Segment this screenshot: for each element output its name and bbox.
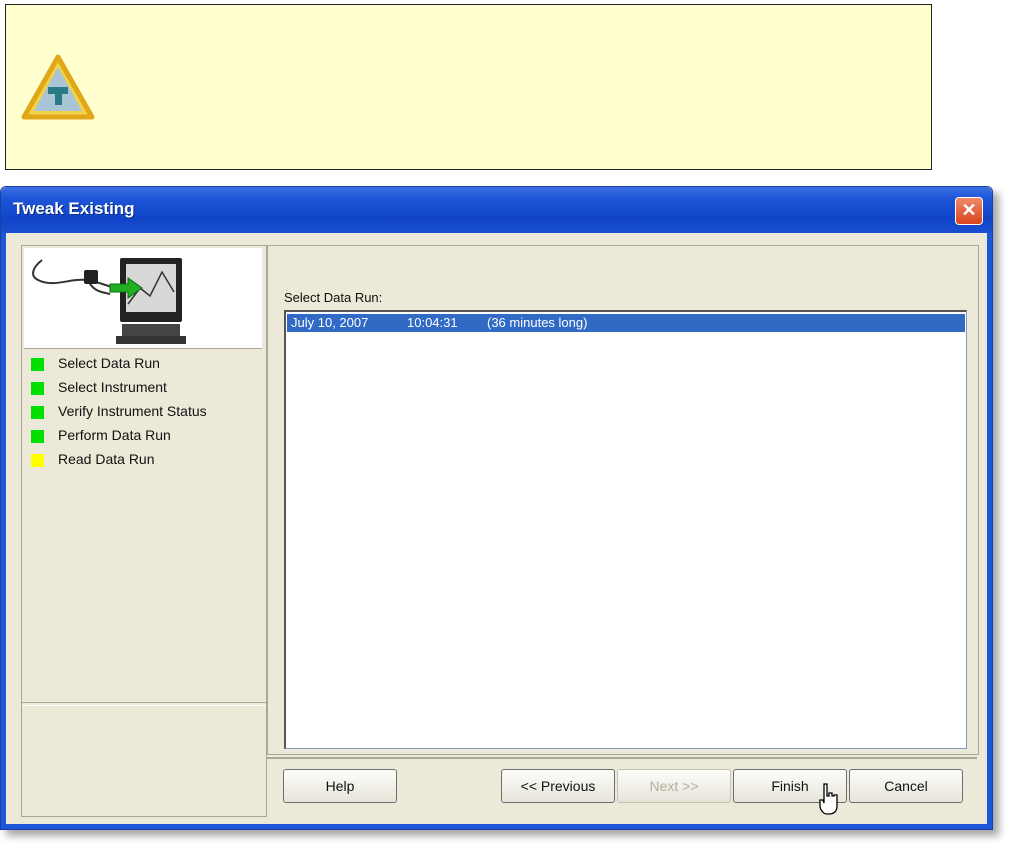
previous-button[interactable]: << Previous <box>501 769 615 803</box>
hand-cursor-icon <box>819 783 838 815</box>
wizard-step: Read Data Run <box>22 448 266 472</box>
tip-warning-triangle-icon <box>21 54 95 120</box>
button-bar: Help << Previous Next >> Finish Cancel <box>267 757 977 811</box>
window-frame-bottom <box>1 824 992 829</box>
step-status-indicator <box>31 430 44 443</box>
title-bar[interactable]: Tweak Existing ✕ <box>1 187 992 233</box>
data-run-list-item[interactable]: July 10, 2007 10:04:31 (36 minutes long) <box>287 314 965 332</box>
step-status-indicator <box>31 358 44 371</box>
help-button[interactable]: Help <box>283 769 397 803</box>
window-title: Tweak Existing <box>13 199 135 218</box>
select-data-run-label: Select Data Run: <box>284 290 383 305</box>
data-run-listbox[interactable]: July 10, 2007 10:04:31 (36 minutes long) <box>284 310 967 749</box>
wizard-steps-pane: Select Data Run Select Instrument Verify… <box>21 245 267 817</box>
instrument-to-computer-icon <box>32 258 186 344</box>
run-duration: (36 minutes long) <box>487 315 588 330</box>
step-label: Read Data Run <box>58 451 155 467</box>
cancel-button[interactable]: Cancel <box>849 769 963 803</box>
wizard-step: Select Instrument <box>22 376 266 400</box>
step-label: Verify Instrument Status <box>58 403 207 419</box>
data-run-pane: Select Data Run: July 10, 2007 10:04:31 … <box>267 245 979 755</box>
next-button[interactable]: Next >> <box>617 769 731 803</box>
wizard-step: Verify Instrument Status <box>22 400 266 424</box>
window-frame-left <box>1 233 6 829</box>
close-button[interactable]: ✕ <box>955 197 983 225</box>
tip-box <box>5 4 932 170</box>
wizard-step: Perform Data Run <box>22 424 266 448</box>
step-label: Select Data Run <box>58 355 160 371</box>
run-time: 10:04:31 <box>407 315 458 330</box>
wizard-illustration <box>24 248 262 349</box>
step-label: Select Instrument <box>58 379 167 395</box>
tweak-existing-dialog: Tweak Existing ✕ Select Data Run Select … <box>0 186 993 830</box>
wizard-step: Select Data Run <box>22 352 266 376</box>
step-status-indicator <box>31 454 44 467</box>
step-status-indicator <box>31 406 44 419</box>
window-frame-right <box>987 233 992 829</box>
left-pane-divider <box>22 702 266 706</box>
step-status-indicator <box>31 382 44 395</box>
step-label: Perform Data Run <box>58 427 171 443</box>
wizard-step-list: Select Data Run Select Instrument Verify… <box>22 352 266 472</box>
run-date: July 10, 2007 <box>291 315 369 330</box>
